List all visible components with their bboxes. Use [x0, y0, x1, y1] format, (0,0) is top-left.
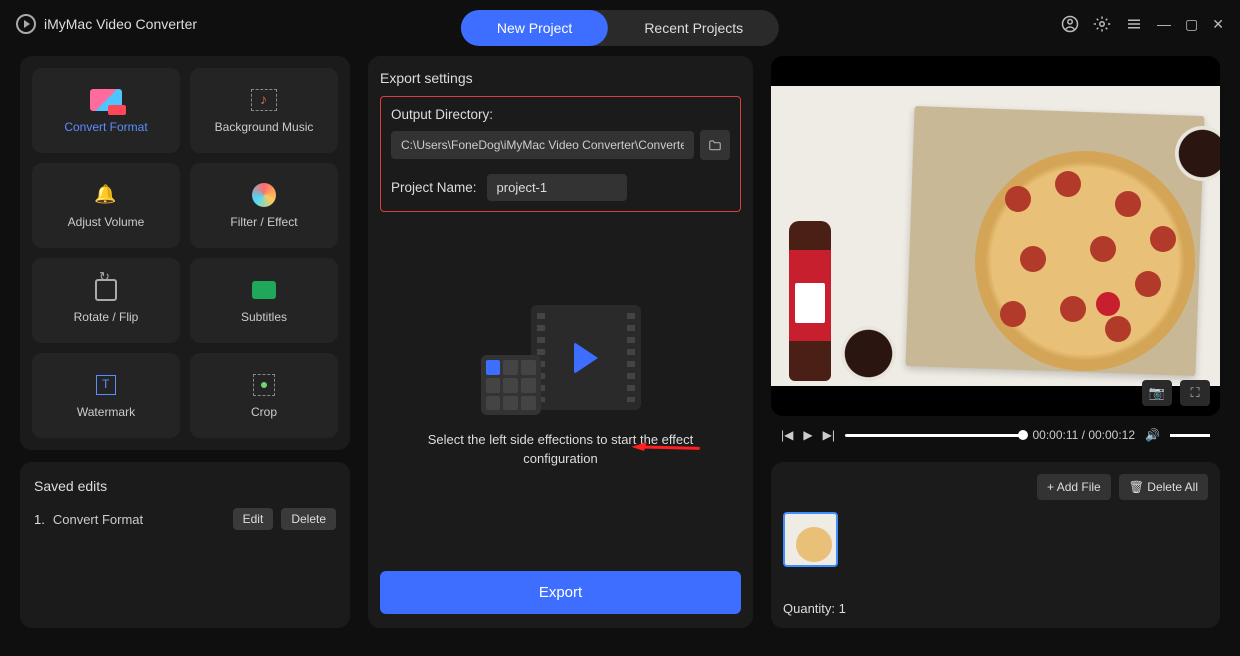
effect-label: Background Music	[215, 120, 314, 134]
edit-saved-button[interactable]: Edit	[233, 508, 274, 530]
filter-effect-icon	[252, 183, 276, 207]
volume-bar[interactable]	[1170, 434, 1210, 437]
play-button[interactable]: ▶	[803, 428, 812, 442]
window-close[interactable]: ✕	[1212, 16, 1224, 33]
effect-label: Adjust Volume	[68, 215, 145, 229]
quantity-label: Quantity: 1	[783, 601, 1208, 616]
watermark-icon	[96, 375, 116, 395]
seek-bar[interactable]	[845, 434, 1023, 437]
effect-label: Convert Format	[64, 120, 147, 134]
volume-icon[interactable]: 🔊	[1145, 428, 1160, 442]
account-icon[interactable]	[1061, 15, 1079, 33]
effect-label: Watermark	[77, 405, 135, 419]
effect-background-music[interactable]: Background Music	[190, 68, 338, 153]
saved-edit-index: 1.	[34, 512, 45, 527]
subtitles-icon	[252, 281, 276, 299]
convert-format-icon	[90, 89, 122, 111]
tab-new-project[interactable]: New Project	[461, 10, 608, 46]
effect-label: Rotate / Flip	[74, 310, 139, 324]
add-file-button[interactable]: + Add File	[1037, 474, 1111, 500]
effects-grid: Convert Format Background Music Adjust Vol…	[20, 56, 350, 450]
next-button[interactable]: ▶|	[823, 428, 835, 442]
app-logo-icon	[16, 14, 36, 34]
effect-crop[interactable]: Crop	[190, 353, 338, 438]
saved-edits-panel: Saved edits 1. Convert Format Edit Delet…	[20, 462, 350, 628]
effect-label: Filter / Effect	[230, 215, 297, 229]
project-name-label: Project Name:	[391, 180, 477, 195]
export-settings-box: Output Directory: Project Name:	[380, 96, 741, 212]
crop-icon	[253, 374, 275, 396]
screenshot-button[interactable]: 📷	[1142, 380, 1172, 406]
adjust-volume-icon	[94, 184, 118, 206]
tab-recent-projects[interactable]: Recent Projects	[608, 10, 779, 46]
settings-icon[interactable]	[1093, 15, 1111, 33]
time-display: 00:00:11 / 00:00:12	[1033, 428, 1136, 442]
effect-subtitles[interactable]: Subtitles	[190, 258, 338, 343]
browse-folder-button[interactable]	[700, 130, 730, 160]
effect-convert-format[interactable]: Convert Format	[32, 68, 180, 153]
delete-all-button[interactable]: 🗑 Delete All	[1119, 474, 1208, 500]
video-preview: 📷 ⛶	[771, 56, 1220, 416]
export-button[interactable]: Export	[380, 571, 741, 614]
video-thumbnail[interactable]	[783, 512, 838, 567]
background-music-icon	[251, 89, 277, 111]
effect-rotate-flip[interactable]: Rotate / Flip	[32, 258, 180, 343]
config-illustration	[481, 305, 641, 415]
saved-edit-row: 1. Convert Format Edit Delete	[34, 508, 336, 530]
output-directory-label: Output Directory:	[391, 107, 730, 122]
output-directory-input[interactable]	[391, 131, 694, 159]
effect-label: Subtitles	[241, 310, 287, 324]
delete-saved-button[interactable]: Delete	[281, 508, 336, 530]
effect-watermark[interactable]: Watermark	[32, 353, 180, 438]
saved-edit-label: Convert Format	[53, 512, 225, 527]
menu-icon[interactable]	[1125, 15, 1143, 33]
prev-button[interactable]: |◀	[781, 428, 793, 442]
app-title: iMyMac Video Converter	[44, 16, 197, 32]
annotation-arrow	[623, 412, 706, 486]
window-minimize[interactable]: —	[1157, 16, 1171, 32]
effect-label: Crop	[251, 405, 277, 419]
saved-edits-title: Saved edits	[34, 478, 336, 494]
window-maximize[interactable]: ▢	[1185, 16, 1198, 33]
effect-adjust-volume[interactable]: Adjust Volume	[32, 163, 180, 248]
export-settings-title: Export settings	[380, 70, 741, 86]
effect-filter-effect[interactable]: Filter / Effect	[190, 163, 338, 248]
project-name-input[interactable]	[487, 174, 627, 201]
fullscreen-button[interactable]: ⛶	[1180, 380, 1210, 406]
rotate-flip-icon	[95, 279, 117, 301]
